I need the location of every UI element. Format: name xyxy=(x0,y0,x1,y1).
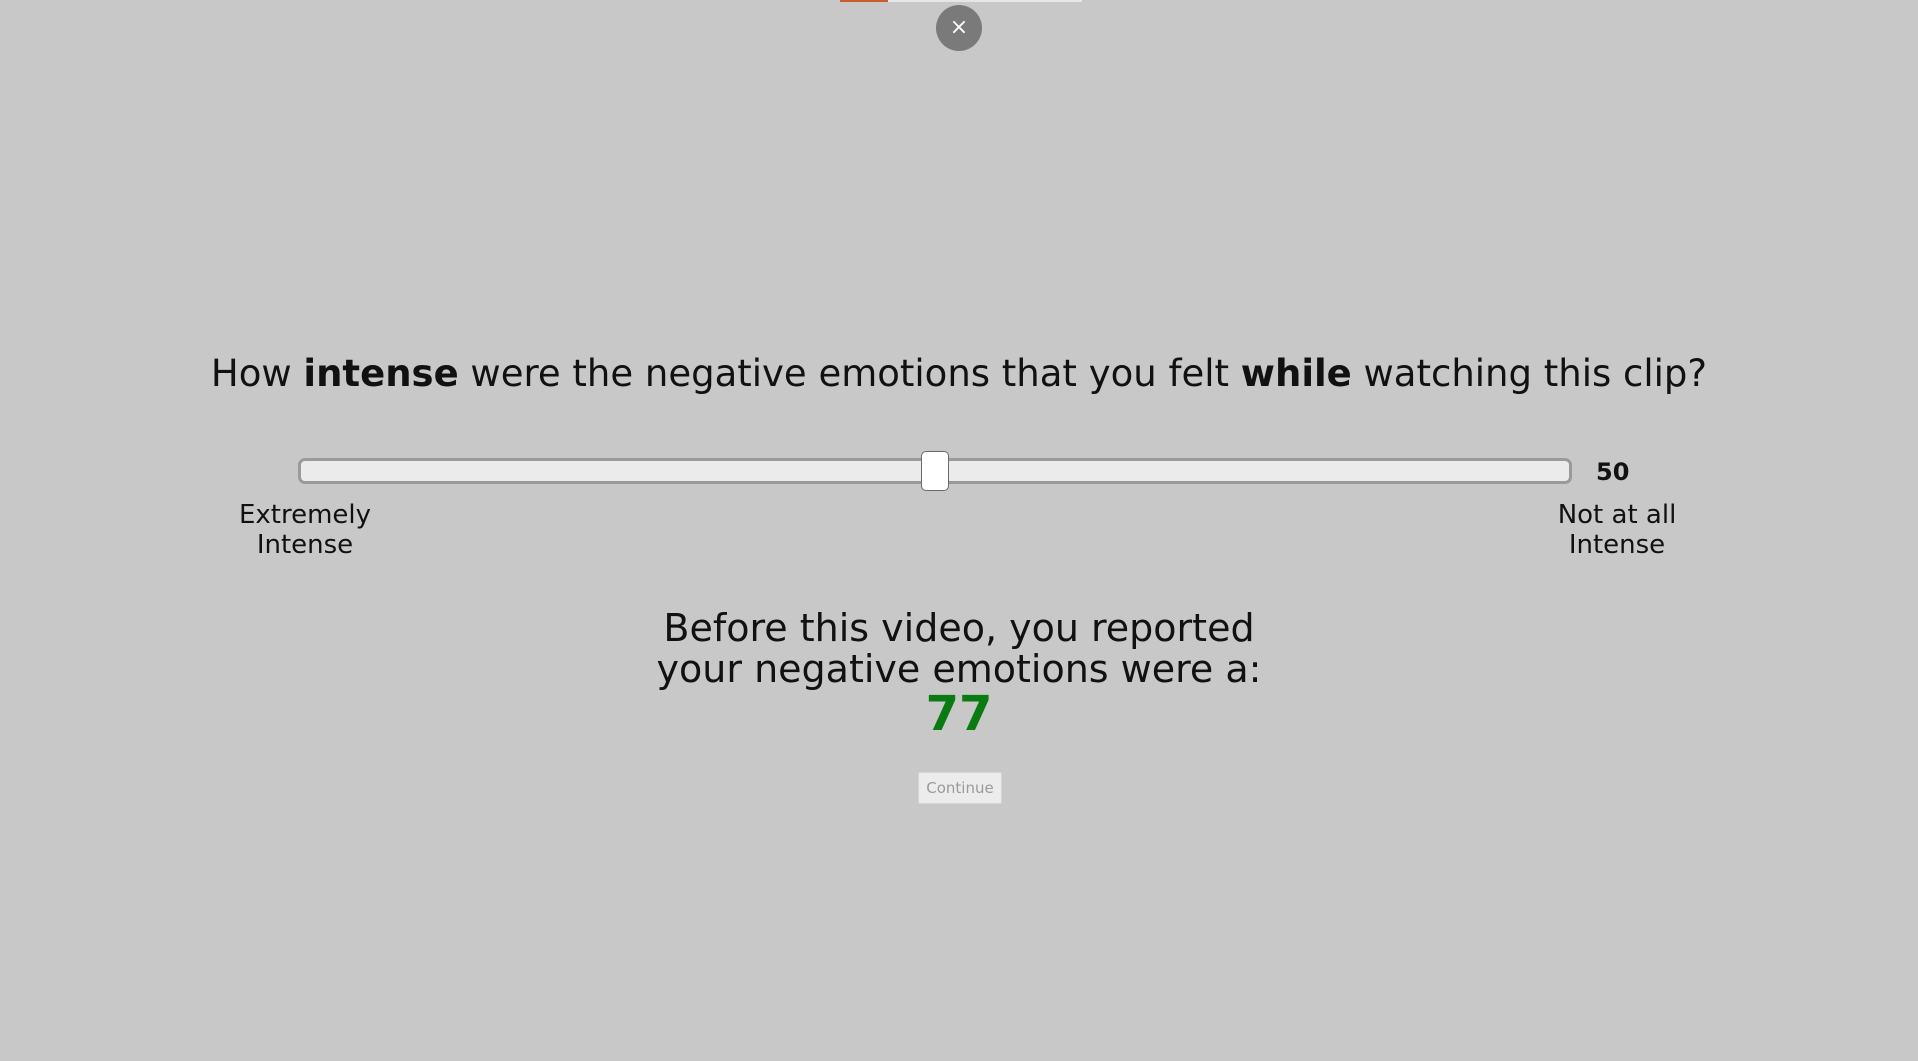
progress-bar xyxy=(840,0,1082,2)
continue-button[interactable]: Continue xyxy=(918,772,1002,804)
slider-value-readout: 50 xyxy=(1596,458,1630,486)
scale-label-right-line2: Intense xyxy=(1568,530,1666,560)
question-text: How intense were the negative emotions t… xyxy=(0,352,1918,395)
scale-label-right: Not at all Intense xyxy=(1532,500,1702,560)
scale-label-left-line1: Extremely xyxy=(238,500,372,530)
question-part-2: were the negative emotions that you felt xyxy=(458,352,1241,395)
scale-label-right-line1: Not at all xyxy=(1557,500,1677,530)
close-button[interactable]: × xyxy=(936,5,982,51)
question-emphasis-while: while xyxy=(1240,352,1352,395)
previous-report-value: 77 xyxy=(925,686,993,742)
progress-bar-fill xyxy=(840,0,889,2)
question-emphasis-intense: intense xyxy=(303,352,459,395)
previous-report-text: Before this video, you reported your neg… xyxy=(0,608,1918,690)
close-icon: × xyxy=(949,15,969,40)
survey-page: × How intense were the negative emotions… xyxy=(0,0,1918,1061)
previous-report-line2: your negative emotions were a: xyxy=(656,647,1262,691)
scale-label-left: Extremely Intense xyxy=(220,500,390,560)
scale-label-left-line2: Intense xyxy=(256,530,354,560)
question-part-3: watching this clip? xyxy=(1351,352,1708,395)
intensity-slider-handle[interactable] xyxy=(921,451,949,491)
previous-report-line1: Before this video, you reported xyxy=(663,606,1255,650)
question-part-1: How xyxy=(210,352,304,395)
